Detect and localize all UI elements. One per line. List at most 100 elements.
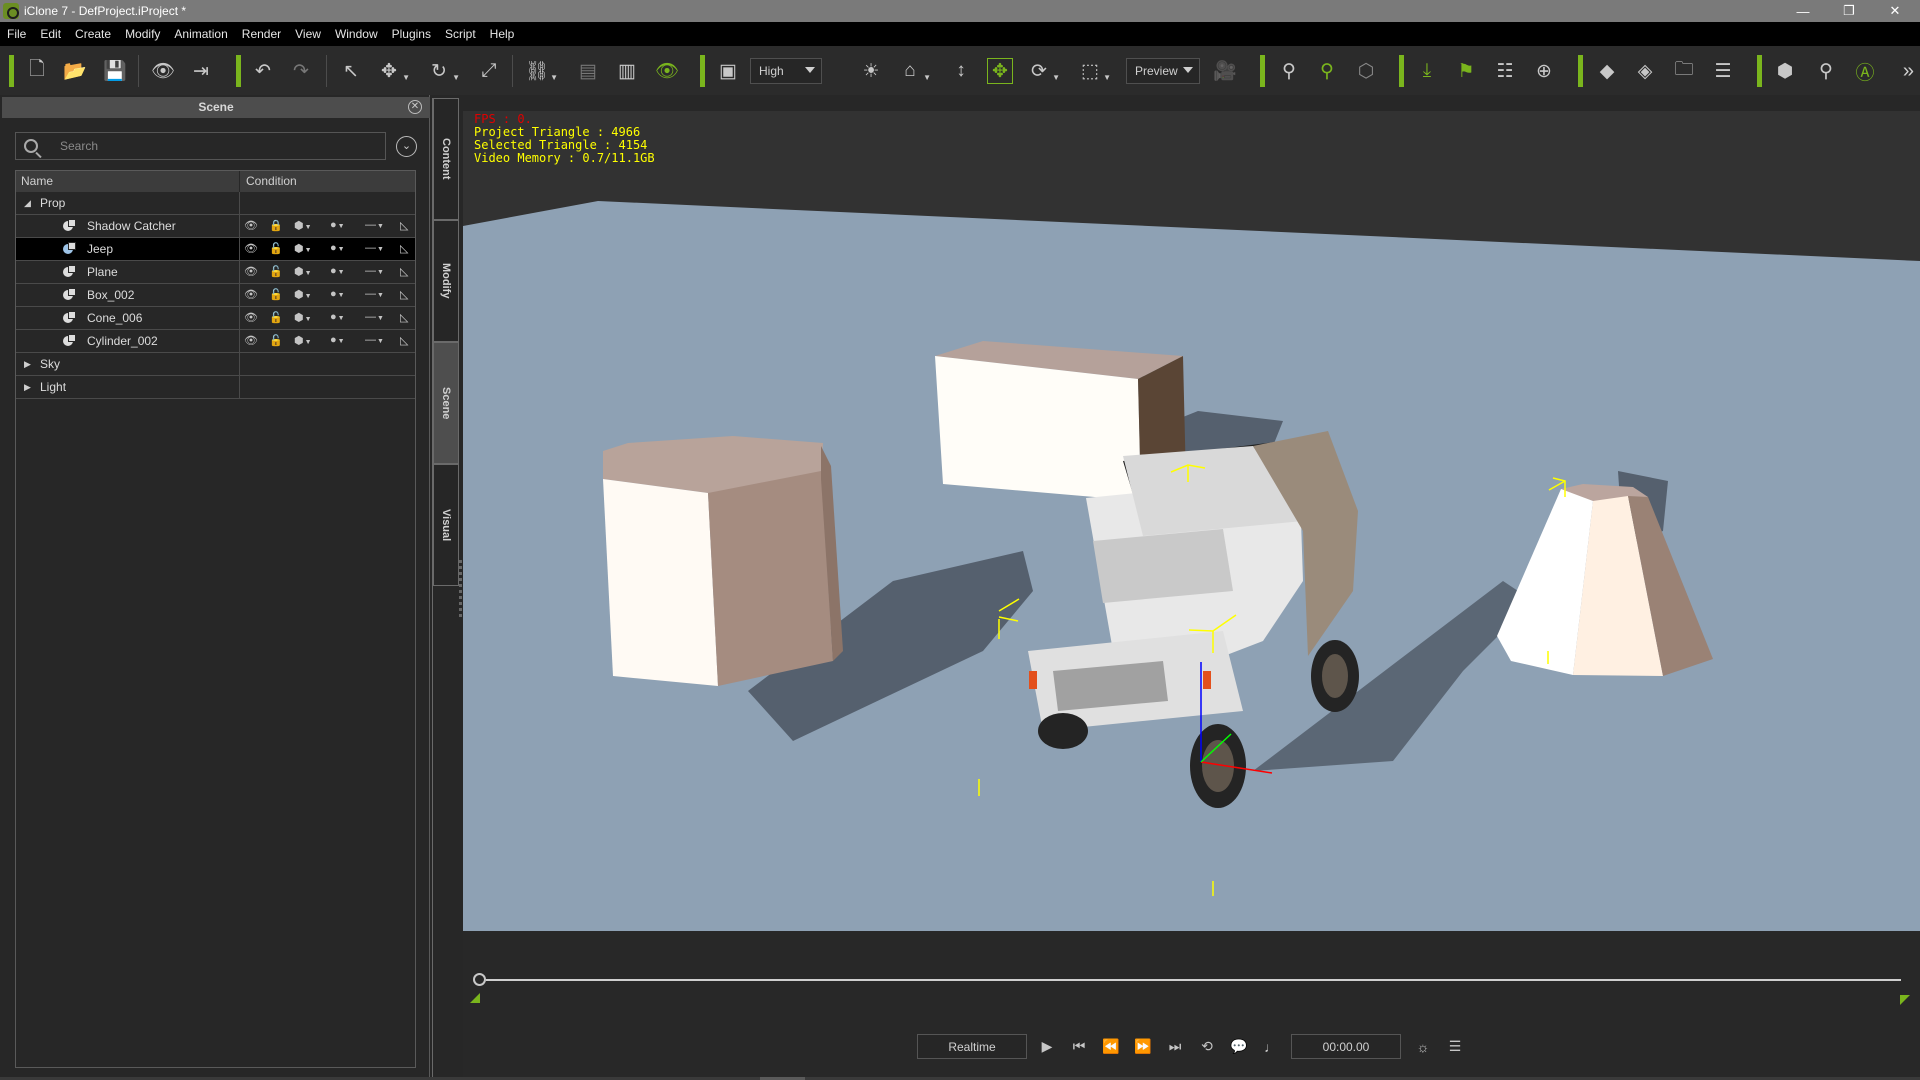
shading-mode-icon[interactable]: ⬢▼ bbox=[294, 219, 312, 232]
tree-item-row[interactable]: Box_002 👁 🔓 ⬢▼ ●▼ —▼ ◺ bbox=[16, 284, 415, 307]
light-icon[interactable]: ☀ bbox=[858, 58, 884, 84]
tree-group-row[interactable]: ▶ Sky bbox=[16, 353, 415, 376]
unlock-icon[interactable]: 🔓 bbox=[269, 334, 283, 347]
expand-arrow-icon[interactable]: ▶ bbox=[24, 382, 38, 393]
fast-forward-icon[interactable]: ⏩ bbox=[1127, 1038, 1159, 1055]
search-input[interactable] bbox=[60, 139, 360, 153]
range-start-marker[interactable] bbox=[470, 993, 480, 1003]
flag-icon[interactable]: ⚑ bbox=[1453, 58, 1479, 84]
scale-tool-icon[interactable]: ⤢ bbox=[476, 58, 502, 84]
subtitle-icon[interactable]: 💬 bbox=[1223, 1038, 1255, 1055]
toolbar-overflow-icon[interactable]: » bbox=[1903, 60, 1914, 83]
pan-view-icon[interactable]: ✥ bbox=[987, 58, 1013, 84]
select-tool-icon[interactable]: ↖ bbox=[338, 58, 364, 84]
unlock-icon[interactable]: 🔓 bbox=[269, 288, 283, 301]
cube-view-icon[interactable]: ⬢ bbox=[1772, 58, 1798, 84]
shadow-mode-icon[interactable]: ●▼ bbox=[330, 334, 345, 346]
visibility-eye-icon[interactable]: 👁 bbox=[244, 311, 258, 324]
ik-icon[interactable]: ⤓ bbox=[1414, 58, 1440, 84]
tree-item-row[interactable]: Cone_006 👁 🔓 ⬢▼ ●▼ —▼ ◺ bbox=[16, 307, 415, 330]
tab-modify[interactable]: Modify bbox=[433, 220, 459, 342]
tree-group-row[interactable]: ◢ Prop bbox=[16, 192, 415, 215]
timeline-playhead[interactable] bbox=[473, 973, 486, 986]
playback-settings-icon[interactable]: ☼ bbox=[1407, 1039, 1439, 1055]
tab-visual[interactable]: Visual bbox=[433, 464, 459, 586]
menu-edit[interactable]: Edit bbox=[33, 27, 68, 41]
menu-window[interactable]: Window bbox=[328, 27, 385, 41]
shadow-mode-icon[interactable]: ●▼ bbox=[330, 242, 345, 254]
line-mode-icon[interactable]: —▼ bbox=[365, 311, 384, 323]
tree-item-row[interactable]: Plane 👁 🔓 ⬢▼ ●▼ —▼ ◺ bbox=[16, 261, 415, 284]
go-to-start-icon[interactable]: ⏮ bbox=[1063, 1038, 1095, 1055]
tree-item-row[interactable]: Shadow Catcher 👁 🔒 ⬢▼ ●▼ —▼ ◺ bbox=[16, 215, 415, 238]
cluster-icon[interactable]: ⬡ bbox=[1353, 58, 1379, 84]
page-icon[interactable]: ◺ bbox=[400, 265, 408, 278]
shading-mode-icon[interactable]: ⬢▼ bbox=[294, 265, 312, 278]
visibility-eye-icon[interactable]: 👁 bbox=[244, 242, 258, 255]
timeline-panel-icon[interactable]: ☰ bbox=[1439, 1038, 1471, 1055]
shadow-mode-icon[interactable]: ●▼ bbox=[330, 265, 345, 277]
restore-button[interactable]: ❐ bbox=[1826, 0, 1872, 22]
menu-create[interactable]: Create bbox=[68, 27, 118, 41]
pivot-icon[interactable]: ⊕ bbox=[1531, 58, 1557, 84]
column-header-name[interactable]: Name bbox=[16, 171, 240, 192]
camera-icon[interactable]: 🎥 bbox=[1212, 58, 1238, 84]
keyframe-select-icon[interactable]: ◈ bbox=[1632, 58, 1658, 84]
line-mode-icon[interactable]: —▼ bbox=[365, 288, 384, 300]
collapse-arrow-icon[interactable]: ◢ bbox=[24, 198, 38, 209]
redo-icon[interactable]: ↷ bbox=[288, 58, 314, 84]
tree-item-row[interactable]: Cylinder_002 👁 🔓 ⬢▼ ●▼ —▼ ◺ bbox=[16, 330, 415, 353]
audio-note-icon[interactable]: ♩ bbox=[1255, 1039, 1287, 1055]
menu-file[interactable]: File bbox=[0, 27, 33, 41]
effector-icon[interactable]: ⚲ bbox=[1314, 58, 1340, 84]
shadow-mode-icon[interactable]: ●▼ bbox=[330, 288, 345, 300]
page-icon[interactable]: ◺ bbox=[400, 288, 408, 301]
keyframe-folder-icon[interactable]: 🗀 bbox=[1671, 58, 1697, 84]
3d-viewport[interactable]: FPS : 0. Project Triangle : 4966 Selecte… bbox=[463, 111, 1920, 931]
rewind-icon[interactable]: ⏪ bbox=[1095, 1038, 1127, 1055]
visibility-eye-icon[interactable]: 👁 bbox=[244, 288, 258, 301]
rotate-tool-icon[interactable]: ↻ ▼ bbox=[426, 58, 460, 84]
keyframe-settings-icon[interactable]: ☰ bbox=[1710, 58, 1736, 84]
go-to-end-icon[interactable]: ⏭ bbox=[1159, 1038, 1191, 1055]
expand-arrow-icon[interactable]: ▶ bbox=[24, 359, 38, 370]
home-camera-icon[interactable]: ⌂ ▼ bbox=[897, 58, 931, 84]
time-display-field[interactable]: 00:00.00 bbox=[1291, 1034, 1401, 1059]
render-mode-dropdown[interactable]: Preview bbox=[1126, 58, 1200, 84]
search-field[interactable] bbox=[15, 132, 386, 160]
new-project-icon[interactable]: 🗋 bbox=[24, 58, 50, 84]
tree-item-row[interactable]: Jeep 👁 🔓 ⬢▼ ●▼ —▼ ◺ bbox=[16, 238, 415, 261]
align-icon[interactable]: ▤ bbox=[575, 58, 601, 84]
visibility-eye-icon[interactable]: 👁 bbox=[244, 334, 258, 347]
panel-resize-grip[interactable] bbox=[459, 560, 462, 620]
menu-plugins[interactable]: Plugins bbox=[385, 27, 438, 41]
playback-mode-button[interactable]: Realtime bbox=[917, 1034, 1027, 1059]
viewport-layout-icon[interactable]: ▣ bbox=[715, 58, 741, 84]
menu-script[interactable]: Script bbox=[438, 27, 483, 41]
move-tool-icon[interactable]: ✥ ▼ bbox=[376, 58, 410, 84]
save-project-icon[interactable]: 💾 bbox=[102, 58, 128, 84]
panel-close-icon[interactable]: ✕ bbox=[408, 100, 422, 114]
page-icon[interactable]: ◺ bbox=[400, 311, 408, 324]
export-icon[interactable]: ⇥ bbox=[188, 58, 214, 84]
checklist-icon[interactable]: ☷ bbox=[1492, 58, 1518, 84]
visibility-eye-icon[interactable]: 👁 bbox=[654, 58, 680, 84]
shading-mode-icon[interactable]: ⬢▼ bbox=[294, 311, 312, 324]
visibility-eye-icon[interactable]: 👁 bbox=[244, 265, 258, 278]
gravity-icon[interactable]: ⚲ bbox=[1276, 58, 1302, 84]
page-icon[interactable]: ◺ bbox=[400, 334, 408, 347]
play-icon[interactable]: ▶ bbox=[1031, 1038, 1063, 1055]
distribute-icon[interactable]: ▥ bbox=[614, 58, 640, 84]
orbit-view-icon[interactable]: ⟳ ▼ bbox=[1026, 58, 1060, 84]
preview-window-icon[interactable]: 👁 bbox=[150, 58, 176, 84]
frame-object-icon[interactable]: ⬚ ▼ bbox=[1077, 58, 1111, 84]
loop-icon[interactable]: ⟲ bbox=[1191, 1038, 1223, 1055]
open-project-icon[interactable]: 📂 bbox=[62, 58, 88, 84]
unlock-icon[interactable]: 🔓 bbox=[269, 265, 283, 278]
unlock-icon[interactable]: 🔓 bbox=[269, 311, 283, 324]
tab-scene[interactable]: Scene bbox=[433, 342, 459, 464]
shading-mode-icon[interactable]: ⬢▼ bbox=[294, 288, 312, 301]
shadow-mode-icon[interactable]: ●▼ bbox=[330, 311, 345, 323]
motion-search-icon[interactable]: ⚲ bbox=[1813, 58, 1839, 84]
menu-modify[interactable]: Modify bbox=[118, 27, 167, 41]
